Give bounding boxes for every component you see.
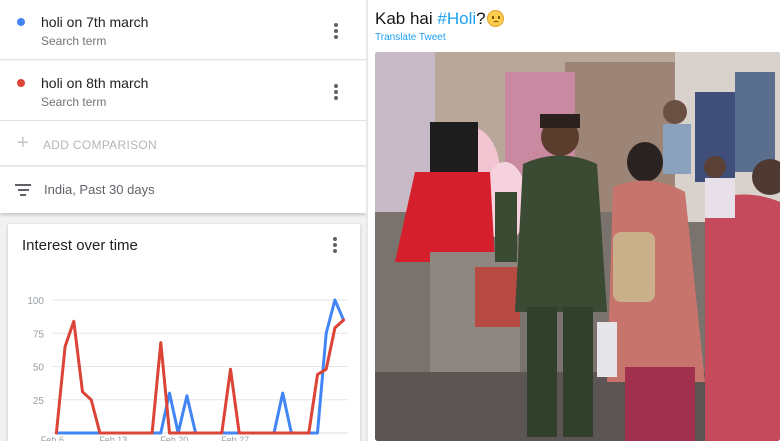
add-comparison-button[interactable]: + ADD COMPARISON (0, 121, 366, 166)
filter-bar[interactable]: India, Past 30 days (0, 167, 366, 213)
search-term-name: holi on 7th march (41, 14, 149, 30)
translate-tweet-link[interactable]: Translate Tweet (375, 32, 446, 43)
series-color-dot-blue (17, 18, 25, 26)
confused-face-emoji-icon (486, 10, 504, 27)
tweet-panel: Kab hai #Holi? Translate Tweet (368, 0, 784, 441)
x-tick-label: Feb 13 (99, 435, 127, 441)
interest-line-chart: 100 75 50 25 Feb 6 Feb 13 Feb 20 Feb 27 (27, 296, 348, 441)
search-term-type: Search term (41, 34, 107, 48)
more-vert-icon[interactable] (328, 22, 344, 40)
interest-over-time-card: Interest over time 100 75 50 25 Feb 6 Feb 13 F… (8, 224, 360, 441)
plus-icon: + (17, 132, 29, 154)
y-tick-label: 25 (33, 396, 45, 407)
search-term-name: holi on 8th march (41, 75, 149, 91)
more-vert-icon[interactable] (328, 83, 344, 101)
trends-panel: holi on 7th march Search term holi on 8t… (0, 0, 366, 441)
series-color-dot-red (17, 79, 25, 87)
x-tick-label: Feb 6 (41, 435, 64, 441)
filter-list-icon (15, 184, 31, 196)
search-term-card-1[interactable]: holi on 7th march Search term (0, 0, 366, 60)
series-line-2 (54, 318, 346, 435)
add-comparison-label: ADD COMPARISON (43, 138, 157, 152)
search-term-type: Search term (41, 95, 107, 109)
more-vert-icon[interactable] (327, 236, 343, 254)
x-tick-label: Feb 27 (221, 435, 249, 441)
market-photo[interactable] (375, 52, 780, 441)
y-tick-label: 50 (33, 363, 45, 374)
tweet-text-prefix: Kab hai (375, 9, 438, 28)
card-title: Interest over time (22, 237, 138, 254)
y-tick-label: 75 (33, 329, 45, 340)
search-term-card-2[interactable]: holi on 8th march Search term (0, 61, 366, 121)
x-tick-label: Feb 20 (160, 435, 188, 441)
tweet-text: Kab hai #Holi? (375, 9, 504, 29)
y-tick-label: 100 (27, 296, 44, 307)
tweet-text-suffix: ? (476, 9, 486, 28)
hashtag-link[interactable]: #Holi (437, 9, 476, 28)
filter-label: India, Past 30 days (44, 182, 155, 197)
